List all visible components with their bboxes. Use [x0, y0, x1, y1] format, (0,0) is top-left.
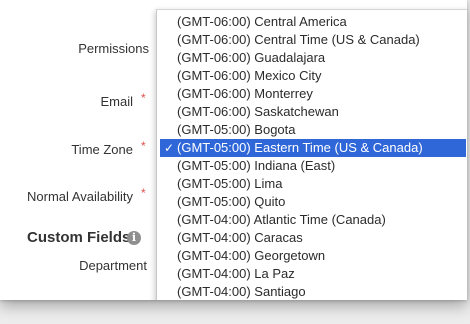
time-zone-option-label: (GMT-04:00) Santiago: [177, 284, 306, 299]
time-zone-option[interactable]: (GMT-04:00) Atlantic Time (Canada): [157, 211, 467, 229]
normal-availability-required-marker: *: [141, 186, 146, 200]
time-zone-option[interactable]: (GMT-05:00) Quito: [157, 193, 467, 211]
info-icon[interactable]: i: [127, 231, 141, 245]
time-zone-option-selected[interactable]: ✓ (GMT-05:00) Eastern Time (US & Canada): [160, 139, 466, 157]
checkmark-icon: ✓: [164, 141, 175, 155]
time-zone-option[interactable]: (GMT-06:00) Central America: [157, 13, 467, 31]
time-zone-option[interactable]: (GMT-04:00) La Paz: [157, 265, 467, 283]
time-zone-option-label: (GMT-05:00) Lima: [177, 176, 283, 191]
time-zone-option-label: (GMT-04:00) Caracas: [177, 230, 303, 245]
time-zone-option[interactable]: (GMT-05:00) Lima: [157, 175, 467, 193]
time-zone-option-label: (GMT-06:00) Central Time (US & Canada): [177, 32, 420, 47]
time-zone-option[interactable]: (GMT-04:00) Caracas: [157, 229, 467, 247]
email-label: Email: [100, 94, 133, 109]
time-zone-option-label: (GMT-05:00) Indiana (East): [177, 158, 336, 173]
time-zone-option-label: (GMT-06:00) Central America: [177, 14, 347, 29]
time-zone-dropdown-list[interactable]: (GMT-06:00) Central America (GMT-06:00) C…: [156, 9, 467, 300]
time-zone-option[interactable]: (GMT-06:00) Mexico City: [157, 67, 467, 85]
time-zone-option[interactable]: (GMT-06:00) Central Time (US & Canada): [157, 31, 467, 49]
form-labels-panel: Permissions Email * Time Zone * Normal A…: [0, 0, 156, 300]
department-label: Department: [79, 258, 147, 273]
time-zone-option-label: (GMT-06:00) Mexico City: [177, 68, 322, 83]
time-zone-option-label: (GMT-06:00) Guadalajara: [177, 50, 326, 65]
custom-fields-title: Custom Fields: [27, 229, 131, 246]
time-zone-option[interactable]: (GMT-04:00) Santiago: [157, 283, 467, 300]
timezone-form-window: Permissions Email * Time Zone * Normal A…: [0, 0, 467, 300]
time-zone-option-label: (GMT-05:00) Quito: [177, 194, 286, 209]
time-zone-required-marker: *: [141, 139, 146, 153]
time-zone-option-label: (GMT-04:00) Georgetown: [177, 248, 326, 263]
time-zone-option-label: (GMT-04:00) Atlantic Time (Canada): [177, 212, 386, 227]
time-zone-option[interactable]: (GMT-06:00) Monterrey: [157, 85, 467, 103]
time-zone-option[interactable]: (GMT-05:00) Indiana (East): [157, 157, 467, 175]
email-required-marker: *: [141, 91, 146, 105]
time-zone-option-label: (GMT-06:00) Saskatchewan: [177, 104, 339, 119]
time-zone-option[interactable]: (GMT-04:00) Georgetown: [157, 247, 467, 265]
permissions-label: Permissions: [78, 41, 149, 56]
time-zone-option-label: (GMT-05:00) Eastern Time (US & Canada): [177, 140, 423, 155]
time-zone-option[interactable]: (GMT-06:00) Saskatchewan: [157, 103, 467, 121]
time-zone-option-label: (GMT-06:00) Monterrey: [177, 86, 313, 101]
normal-availability-label: Normal Availability: [27, 189, 133, 204]
time-zone-option[interactable]: (GMT-06:00) Guadalajara: [157, 49, 467, 67]
time-zone-option-label: (GMT-05:00) Bogota: [177, 122, 296, 137]
time-zone-option-label: (GMT-04:00) La Paz: [177, 266, 295, 281]
time-zone-label: Time Zone: [71, 142, 133, 157]
time-zone-option[interactable]: (GMT-05:00) Bogota: [157, 121, 467, 139]
